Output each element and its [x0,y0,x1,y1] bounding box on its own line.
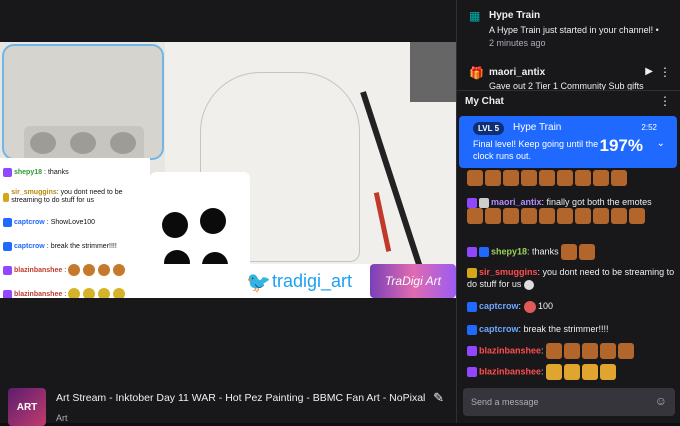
chat-text: finally got both the emotes [546,197,652,207]
chat-username[interactable]: blazinbanshee [479,366,541,376]
hype-percent: 197% [599,136,643,155]
chat-title: My Chat [465,96,504,107]
chat-username[interactable]: shepy18 [491,246,527,256]
hype-train-notification-title: Hype Train [489,10,541,21]
overlay-chat-row: blazinbanshee: [3,258,147,282]
chat-input[interactable]: Send a message ☺ [463,388,675,416]
hype-train-notification-text: A Hype Train just started in your channe… [489,25,659,48]
chat-text: break the strimmer!!!! [523,324,609,334]
channel-avatar[interactable]: ART [8,388,46,426]
more-icon[interactable]: ⋮ [659,65,671,79]
overlay-chat-row: blazinbanshee: [3,282,147,298]
chat-username[interactable]: captcrow [479,301,519,311]
hype-train-icon: ▦ [469,9,481,23]
chat-message [467,170,675,186]
gift-icon: 🎁 [469,66,484,80]
chat-username[interactable]: blazinbanshee [479,345,541,355]
hype-train-banner[interactable]: LVL 5 Hype Train 2:52 Final level! Keep … [459,116,677,168]
chat-text: 100 [538,301,554,311]
hype-text: Final level! Keep going until the clock … [473,139,599,161]
chat-username[interactable]: sir_smuggins [479,267,538,277]
stream-info: ART Art Stream - Inktober Day 11 WAR - H… [0,378,456,426]
chat-options-icon[interactable]: ⋮ [659,94,671,108]
play-icon[interactable]: ▶ [645,66,653,77]
overlay-chat-row: shepy18: thanks [3,160,147,184]
overlay-chat-row: captcrow: break the strimmer!!!! [3,234,147,258]
hype-timer: 2:52 [641,123,657,132]
hype-train-notification-message: A Hype Train just started in your channe… [489,25,654,35]
gift-notification-text: Gave out 2 Tier 1 Community Sub gifts [489,81,644,90]
chat-input-placeholder: Send a message [471,397,539,407]
camera-pip [2,44,164,160]
chat-message: blazinbanshee: [467,364,675,380]
brand-logo-text: TraDigi Art [384,274,441,288]
twitter-handle: tradigi_art [272,271,353,291]
hype-level-badge: LVL 5 [473,122,505,135]
stream-title: Art Stream - Inktober Day 11 WAR - Hot P… [56,392,426,404]
heart-emote-icon [523,300,536,313]
chat-panel: ▦ Hype Train A Hype Train just started i… [456,0,680,423]
chat-messages: maori_antix: finally got both the emotes… [457,168,680,383]
chat-message: maori_antix: finally got both the emotes [467,196,675,224]
brand-logo: TraDigi Art [370,264,456,298]
chat-message: captcrow: 100 [467,300,675,313]
hype-title: Hype Train [513,122,562,133]
chat-username[interactable]: maori_antix [491,197,542,207]
stream-category[interactable]: Art [56,413,425,423]
chat-header: My Chat ⋮ [457,90,680,112]
overlay-chat-row: captcrow: ShowLove100 [3,210,147,234]
chat-message: captcrow: break the strimmer!!!! [467,323,675,335]
chevron-down-icon[interactable]: ⌄ [657,138,665,149]
notification-area: ▦ Hype Train A Hype Train just started i… [457,0,680,90]
twitter-bird-icon: 🐦 [246,272,271,294]
chat-text: thanks [532,246,559,257]
video-player[interactable]: shepy18: thanks sir_smuggins: you dont n… [0,42,456,298]
skull-emote-icon [523,279,534,290]
chat-message: sir_smuggins: you dont need to be stream… [467,267,675,290]
overlay-chat: shepy18: thanks sir_smuggins: you dont n… [0,158,150,298]
pip-palette [24,126,144,158]
emote-picker-icon[interactable]: ☺ [655,394,667,408]
edit-pencil-icon[interactable]: ✎ [433,390,444,406]
hype-train-notification-time: 2 minutes ago [489,38,546,48]
dark-corner [410,42,456,102]
avatar-text: ART [16,401,38,413]
chat-username[interactable]: captcrow [479,324,519,334]
stream-panel: shepy18: thanks sir_smuggins: you dont n… [0,0,456,426]
gift-notification-user: maori_antix [489,67,546,78]
social-banner: 🐦 tradigi_art TraDigi Art [150,264,456,298]
chat-message: shepy18: thanks [467,244,675,260]
overlay-chat-row: sir_smuggins: you dont need to be stream… [3,184,147,210]
chat-message: blazinbanshee: [467,343,675,359]
